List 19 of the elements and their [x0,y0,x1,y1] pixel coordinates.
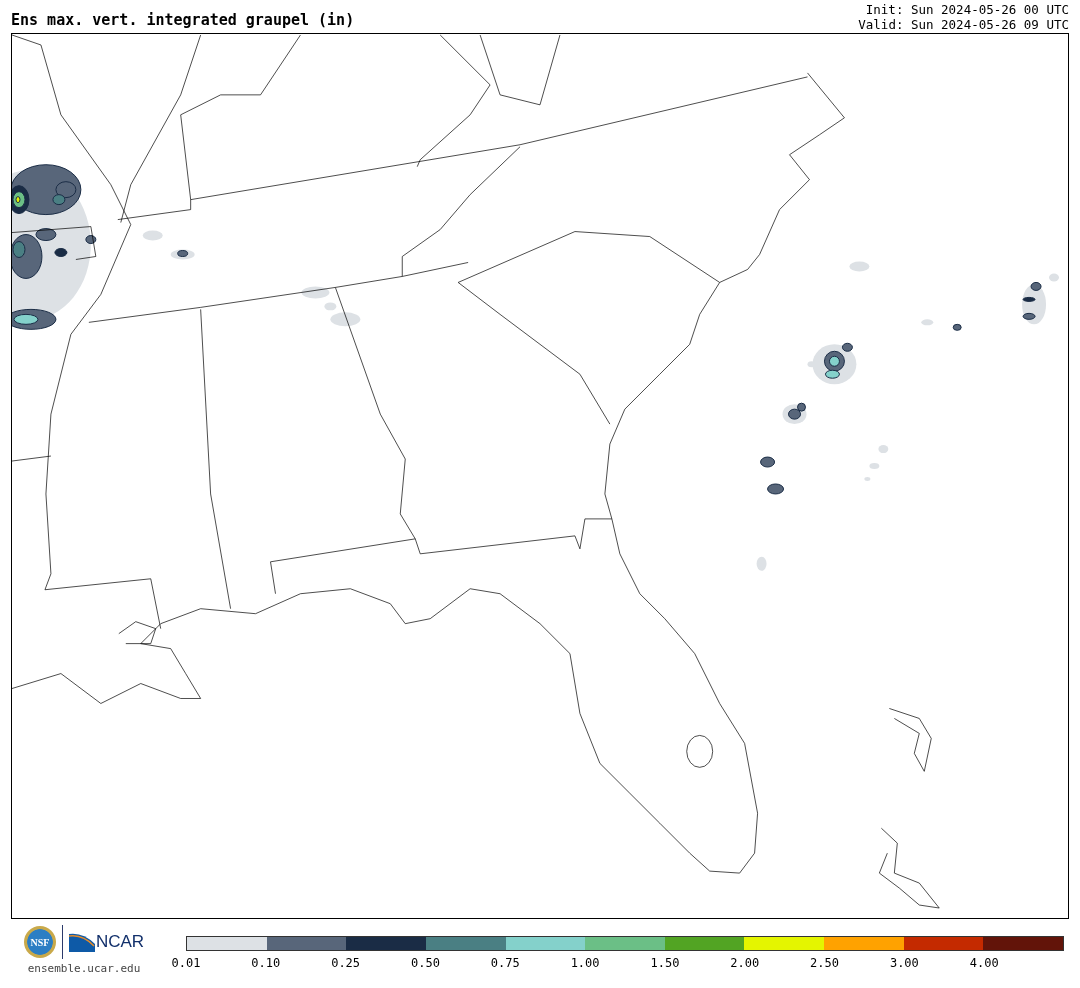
colorbar-tick-label: 0.50 [411,956,440,970]
valid-time: Valid: Sun 2024-05-26 09 UTC [858,17,1069,32]
colorbar-tick-label: 0.25 [331,956,361,970]
colorbar-tick-label: 0.01 [171,956,201,970]
website-url: ensemble.ucar.edu [27,962,141,975]
nsf-logo-text: NSF [30,936,50,948]
colorbar-tick-label: 1.00 [570,956,600,970]
init-time: Init: Sun 2024-05-26 00 UTC [864,2,1069,17]
colorbar-tick-label: 0.75 [490,956,520,970]
colorbar-tick-label: 3.00 [889,956,919,970]
colorbar-tick-label: 2.00 [730,956,760,970]
colorbar-tick-label: 1.50 [650,956,680,970]
colorbar-tick-label: 2.50 [810,956,839,970]
colorbar-tick-label: 4.00 [969,956,999,970]
ncar-logo-text: NCAR [95,932,145,952]
lake-outline [686,735,713,768]
colorbar-tick-label: 0.10 [251,956,281,970]
ncar-mark-icon [68,932,95,952]
map-title: Ens max. vert. integrated graupel (in) [11,11,355,31]
